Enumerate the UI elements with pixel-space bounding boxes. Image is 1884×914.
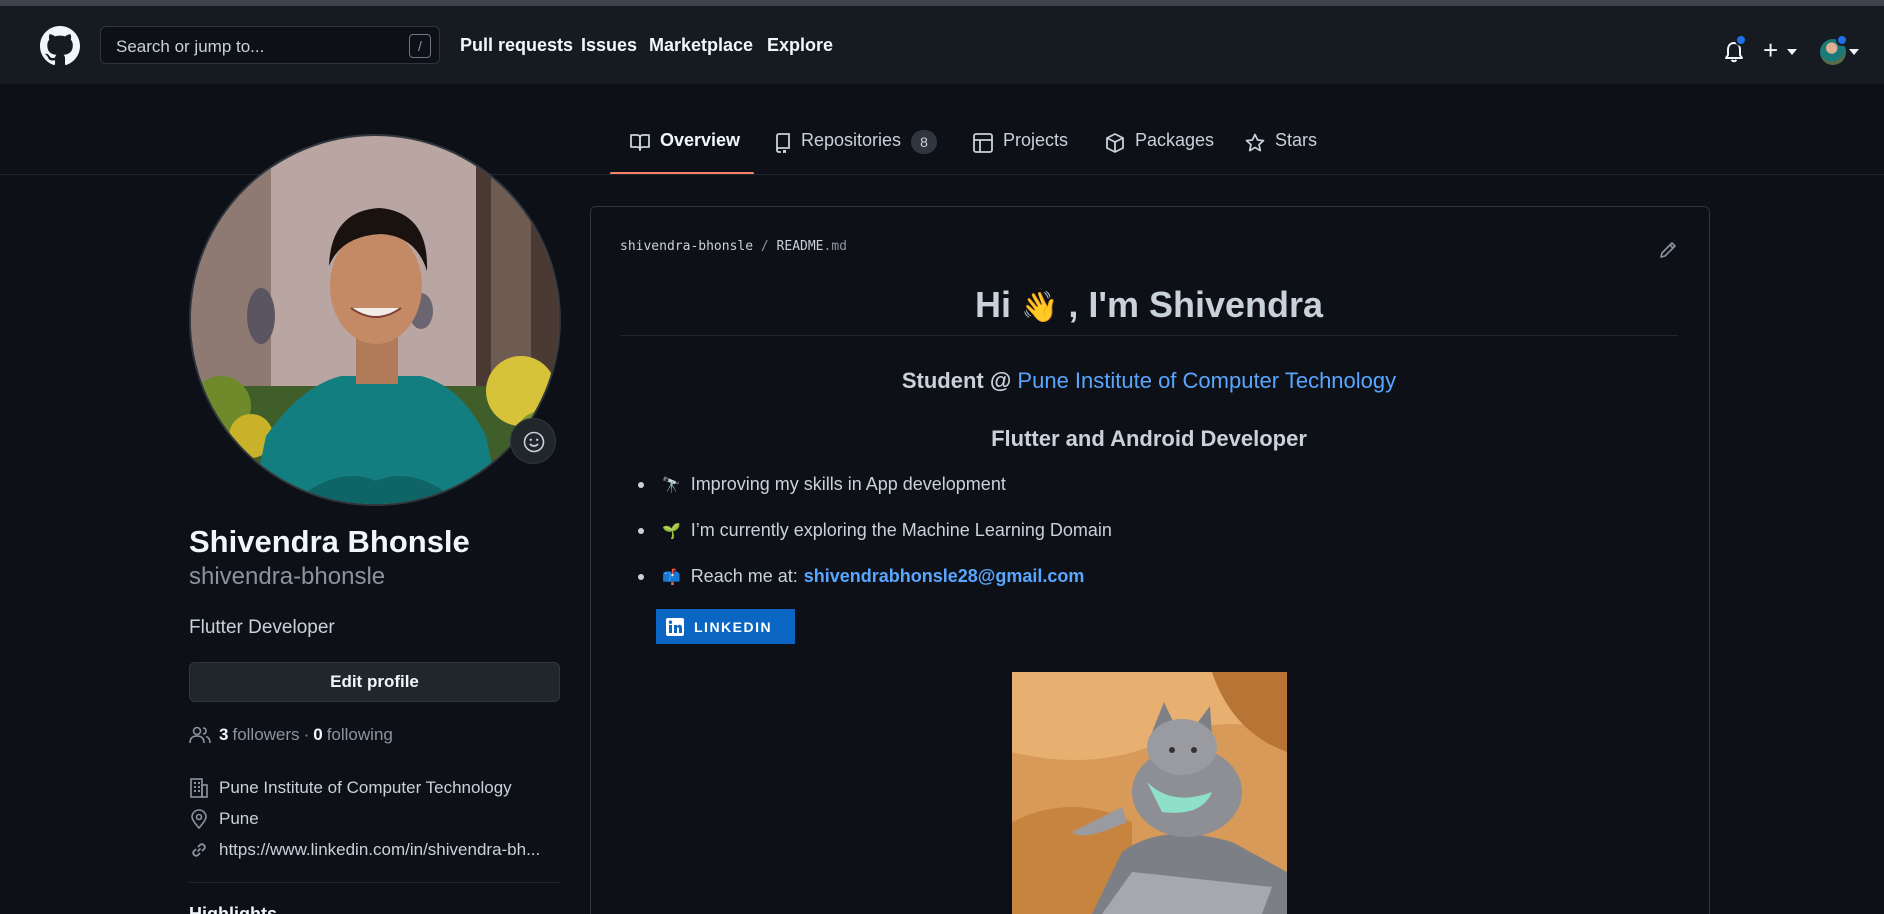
readme-repo-link[interactable]: shivendra-bhonsle — [620, 239, 753, 254]
tab-packages[interactable]: Packages — [1105, 130, 1214, 174]
global-header: Search or jump to... / Pull requests Iss… — [0, 6, 1884, 84]
path-separator: / — [760, 239, 769, 254]
people-icon — [189, 726, 211, 744]
website-link[interactable]: https://www.linkedin.com/in/shivendra-bh… — [219, 840, 540, 860]
link-icon — [192, 843, 206, 857]
star-icon — [1245, 133, 1265, 152]
nav-pull-requests[interactable]: Pull requests — [460, 35, 573, 56]
bullet-dot — [638, 481, 644, 488]
readme-file-ext: .md — [823, 239, 847, 254]
notification-indicator — [1735, 34, 1747, 46]
location-icon — [191, 809, 207, 829]
tab-projects-label: Projects — [1003, 130, 1069, 150]
profile-website: https://www.linkedin.com/in/shivendra-bh… — [189, 840, 540, 860]
title-greeting: Hi — [974, 284, 1011, 325]
organization-icon — [190, 778, 208, 798]
follow-stats: 3 followers · 0 following — [189, 725, 393, 745]
following-count[interactable]: 0 — [313, 725, 322, 745]
student-prefix: Student @ — [901, 368, 1012, 393]
profile-full-name: Shivendra Bhonsle — [189, 524, 470, 559]
linkedin-badge-label: LINKEDIN — [694, 618, 773, 635]
readme-student-line: Student @ Pune Institute of Computer Tec… — [620, 368, 1678, 394]
github-mark-icon[interactable] — [40, 26, 80, 66]
readme-file-link[interactable]: README — [777, 239, 824, 254]
search-placeholder: Search or jump to... — [116, 37, 265, 56]
edit-profile-button[interactable]: Edit profile — [189, 662, 560, 702]
follow-separator: · — [303, 725, 310, 744]
title-name: , I'm Shivendra — [1068, 284, 1324, 325]
college-link[interactable]: Pune Institute of Computer Technology — [1017, 368, 1396, 393]
sidebar-divider — [189, 882, 560, 883]
repo-icon — [776, 133, 790, 153]
tab-repositories-label: Repositories — [801, 130, 902, 150]
tab-repositories[interactable]: Repositories 8 — [775, 130, 938, 174]
profile-photo — [191, 136, 559, 504]
avatar-status-indicator — [1836, 34, 1848, 46]
search-input[interactable]: Search or jump to... / — [100, 26, 440, 64]
set-status-button[interactable] — [510, 418, 556, 464]
following-link[interactable]: following — [327, 725, 393, 745]
profile-location: Pune — [189, 809, 259, 829]
list-item: 📫 Reach me at: shivendrabhonsle28@gmail.… — [638, 566, 1084, 587]
plus-icon[interactable]: + — [1763, 37, 1778, 63]
telescope-emoji: 🔭 — [662, 476, 681, 494]
highlights-heading: Highlights — [189, 904, 277, 914]
tab-packages-label: Packages — [1135, 130, 1215, 150]
wave-emoji: 👋 — [1021, 291, 1059, 324]
repositories-count-badge: 8 — [911, 130, 938, 154]
avatar-caret-icon[interactable] — [1849, 49, 1859, 55]
package-icon — [1106, 133, 1124, 153]
followers-link[interactable]: followers — [232, 725, 299, 745]
cat-illustration — [1012, 672, 1287, 914]
slash-shortcut-key: / — [409, 34, 431, 58]
bullet-text: Reach me at: — [690, 566, 798, 586]
list-item: 🌱 I’m currently exploring the Machine Le… — [638, 520, 1112, 541]
create-caret-icon[interactable] — [1787, 49, 1797, 55]
location-name: Pune — [219, 809, 259, 828]
profile-bio: Flutter Developer — [189, 617, 335, 638]
nav-explore[interactable]: Explore — [767, 35, 833, 56]
tab-overview-label: Overview — [660, 130, 741, 150]
email-link[interactable]: shivendrabhonsle28@gmail.com — [804, 566, 1085, 587]
linkedin-badge[interactable]: LINKEDIN — [656, 609, 795, 644]
book-icon — [630, 134, 650, 151]
table-icon — [973, 133, 993, 153]
list-item: 🔭 Improving my skills in App development — [638, 474, 1006, 495]
linkedin-icon — [666, 617, 684, 636]
typing-cat-image — [1012, 672, 1287, 914]
smiley-icon — [523, 431, 545, 453]
readme-breadcrumb: shivendra-bhonsle / README.md — [620, 239, 847, 254]
bullet-dot — [638, 527, 644, 534]
profile-avatar[interactable] — [189, 134, 561, 506]
tab-stars-label: Stars — [1275, 130, 1318, 150]
tab-stars[interactable]: Stars — [1245, 130, 1317, 174]
readme-title: Hi 👋 , I'm Shivendra — [620, 284, 1678, 326]
nav-marketplace[interactable]: Marketplace — [649, 35, 753, 56]
profile-username: shivendra-bhonsle — [189, 563, 386, 590]
title-underline — [620, 335, 1678, 336]
mailbox-emoji: 📫 — [662, 568, 681, 586]
tab-overview[interactable]: Overview — [630, 130, 740, 174]
seedling-emoji: 🌱 — [662, 522, 681, 540]
tab-projects[interactable]: Projects — [973, 130, 1068, 174]
readme-role: Flutter and Android Developer — [991, 426, 1307, 451]
bullet-text: Improving my skills in App development — [690, 474, 1006, 494]
profile-organization: Pune Institute of Computer Technology — [189, 778, 512, 798]
nav-issues[interactable]: Issues — [581, 35, 637, 56]
followers-count[interactable]: 3 — [219, 725, 228, 745]
bullet-dot — [638, 573, 644, 580]
organization-name: Pune Institute of Computer Technology — [219, 778, 512, 797]
pencil-icon[interactable] — [1658, 240, 1678, 260]
bullet-text: I’m currently exploring the Machine Lear… — [690, 520, 1112, 540]
